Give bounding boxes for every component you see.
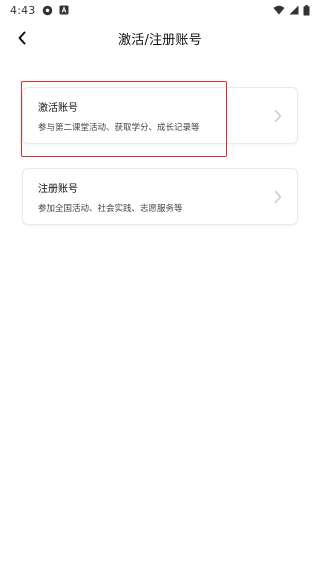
- notification-a-icon: [59, 5, 69, 15]
- activate-account-card[interactable]: 激活账号 参与第二课堂活动、获取学分、成长记录等: [22, 87, 298, 144]
- status-time: 4:43: [10, 3, 36, 17]
- register-account-card[interactable]: 注册账号 参加全国活动、社会实践、志愿服务等: [22, 168, 298, 225]
- status-right: [273, 4, 310, 16]
- app-bar: 激活/注册账号: [0, 20, 320, 56]
- chevron-left-icon: [17, 31, 27, 45]
- card-description: 参加全国活动、社会实践、志愿服务等: [38, 204, 183, 214]
- chevron-right-icon: [273, 189, 283, 205]
- status-left: 4:43: [10, 4, 69, 17]
- chevron-right-icon: [273, 108, 283, 124]
- battery-icon: [303, 4, 310, 16]
- card-title: 激活账号: [38, 103, 78, 114]
- soccer-ball-icon: [42, 5, 53, 16]
- back-button[interactable]: [8, 24, 36, 52]
- wifi-icon: [273, 5, 285, 15]
- cell-signal-icon: [289, 5, 299, 15]
- card-description: 参与第二课堂活动、获取学分、成长记录等: [38, 123, 200, 133]
- status-bar: 4:43: [0, 0, 320, 20]
- page-title: 激活/注册账号: [118, 32, 202, 48]
- card-title: 注册账号: [38, 184, 78, 195]
